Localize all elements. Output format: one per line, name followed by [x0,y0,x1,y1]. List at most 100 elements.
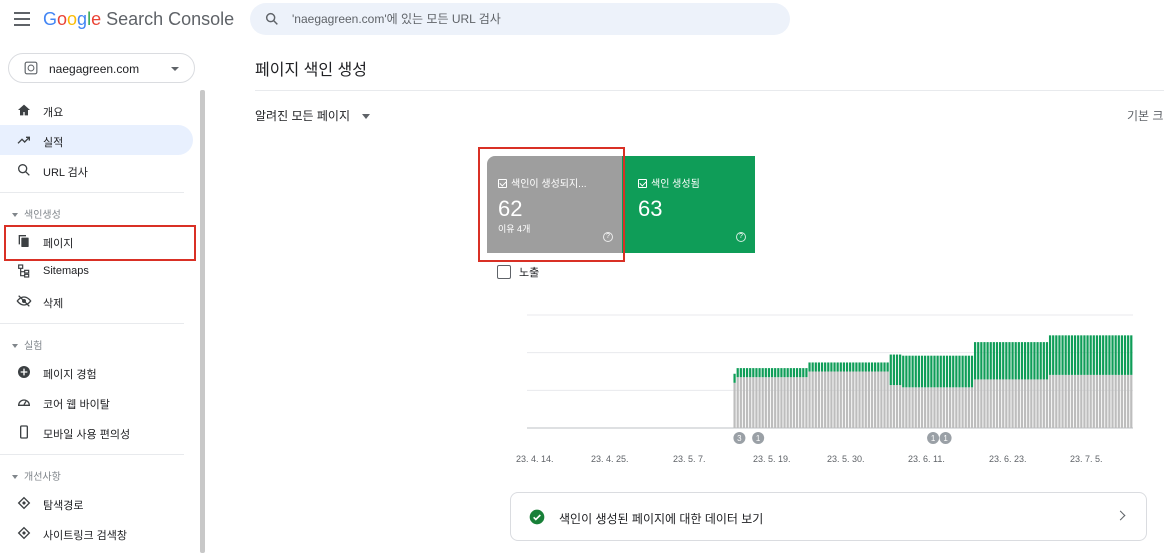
url-inspect-search[interactable] [250,3,790,35]
chart-bar [992,379,995,428]
property-selector[interactable]: naegagreen.com [8,53,195,83]
chart-bar [1045,342,1049,380]
annotation-label: 1 [931,434,936,443]
section-experience[interactable]: 실험 [12,337,42,352]
impressions-toggle[interactable]: 노출 [497,264,539,280]
annotation-marker[interactable]: 1 [927,432,940,444]
chart-bar [1002,379,1005,428]
chart-bar [761,368,764,378]
app-logo[interactable]: Google Search Console [43,9,234,30]
sidebar-item-mobile-usability[interactable]: 모바일 사용 편의성 [0,417,193,447]
chart-bar [761,377,764,428]
chart-bar [1058,374,1061,428]
section-indexing[interactable]: 색인생성 [12,206,61,221]
chart-bar [842,371,846,428]
sidebar-item-sitelinks-searchbox[interactable]: 사이트링크 검색창 [0,518,193,548]
chart-bar [920,387,924,428]
section-title: 색인생성 [24,210,61,221]
chart-bar [1008,379,1011,428]
divider [0,323,184,324]
chart-bar [880,371,883,428]
chart-bar [805,377,808,428]
divider [0,454,184,455]
chart-bar [920,355,924,388]
annotation-marker[interactable]: 3 [733,432,746,444]
search-input[interactable] [292,3,772,35]
sidebar-item-label: 페이지 경험 [43,369,97,381]
sidebar-item-breadcrumbs[interactable]: 탐색경로 [0,488,193,518]
chart-bar [883,371,886,428]
sidebar-item-label: URL 검사 [43,167,88,179]
chart-bar [1105,374,1108,428]
logo-letter: o [57,9,68,29]
chart-bar [789,377,792,428]
chart-bar [1077,374,1080,428]
chart-bar [1014,342,1017,380]
chart-bar [1130,335,1133,375]
chart-bar [927,355,930,388]
sidebar-item-performance[interactable]: 실적 [0,125,193,155]
annotation-label: 1 [943,434,948,443]
sidebar: 개요 실적 URL 검사 색인생성 페이지 Sitemaps 삭제 실험 페이지… [0,95,200,553]
chart-bar [1089,374,1092,428]
sidebar-item-label: 사이트링크 검색창 [43,530,128,542]
chart-bar [980,379,983,428]
sidebar-item-core-web-vitals[interactable]: 코어 웹 바이탈 [0,387,193,417]
eye-off-icon [16,295,32,307]
chevron-down-icon [12,344,18,349]
sidebar-item-page-experience[interactable]: 페이지 경험 [0,357,193,387]
sidebar-item-overview[interactable]: 개요 [0,95,193,125]
chart-bar [755,368,758,378]
chart-bar [752,368,755,378]
property-name: naegagreen.com [49,62,140,76]
chart-bar [1102,374,1105,428]
chart-bar [942,387,945,428]
card-value: 63 [638,196,663,221]
chart-bar [836,371,839,428]
annotation-marker[interactable]: 1 [752,432,765,444]
indexed-card[interactable]: 색인 생성됨 63 ? [622,156,755,253]
chart-bar [1023,342,1027,380]
chart-bar [967,387,970,428]
sidebar-item-url-inspection[interactable]: URL 검사 [0,155,193,185]
chart-bar [942,355,945,388]
checkbox-icon[interactable] [497,265,511,279]
chart-bar [895,385,899,428]
highlight-box-not-indexed [478,147,625,262]
chart-bar [827,362,830,372]
chart-bar [845,371,849,428]
chart-bar [1130,374,1133,428]
chart-bar [1083,374,1086,428]
help-icon[interactable]: ? [736,232,746,242]
chart-bar [908,387,911,428]
chart-bar [742,377,746,428]
search-icon [265,12,278,25]
chart-bar [817,362,821,372]
annotation-marker[interactable]: 1 [939,432,952,444]
chart-bar [973,379,977,428]
annotation-label: 3 [737,434,742,443]
chart-bar [952,355,955,388]
section-title: 개선사항 [24,472,61,483]
chart-bar [833,371,836,428]
chart-bar [849,371,852,428]
chart-bar [780,377,783,428]
chart-bar [1064,374,1067,428]
chart-bar [1095,335,1099,375]
chart-bar [961,387,964,428]
menu-icon[interactable] [14,12,30,26]
section-enhancements[interactable]: 개선사항 [12,468,61,483]
pages-filter-dropdown[interactable]: 알려진 모든 페이지 [255,107,370,124]
chart-bar [858,371,861,428]
chart-bar [1127,374,1130,428]
view-indexed-data-link[interactable]: 색인이 생성된 페이지에 대한 데이터 보기 [510,492,1147,541]
sidebar-item-removals[interactable]: 삭제 [0,286,193,316]
chart-bar [852,362,855,372]
chevron-down-icon [12,213,18,218]
chart-bar [795,368,799,378]
chart-bar [1067,335,1070,375]
chart-bar [789,368,792,378]
chart-bar [1111,335,1114,375]
chart-bar [830,362,833,372]
chart-bar [1014,379,1017,428]
